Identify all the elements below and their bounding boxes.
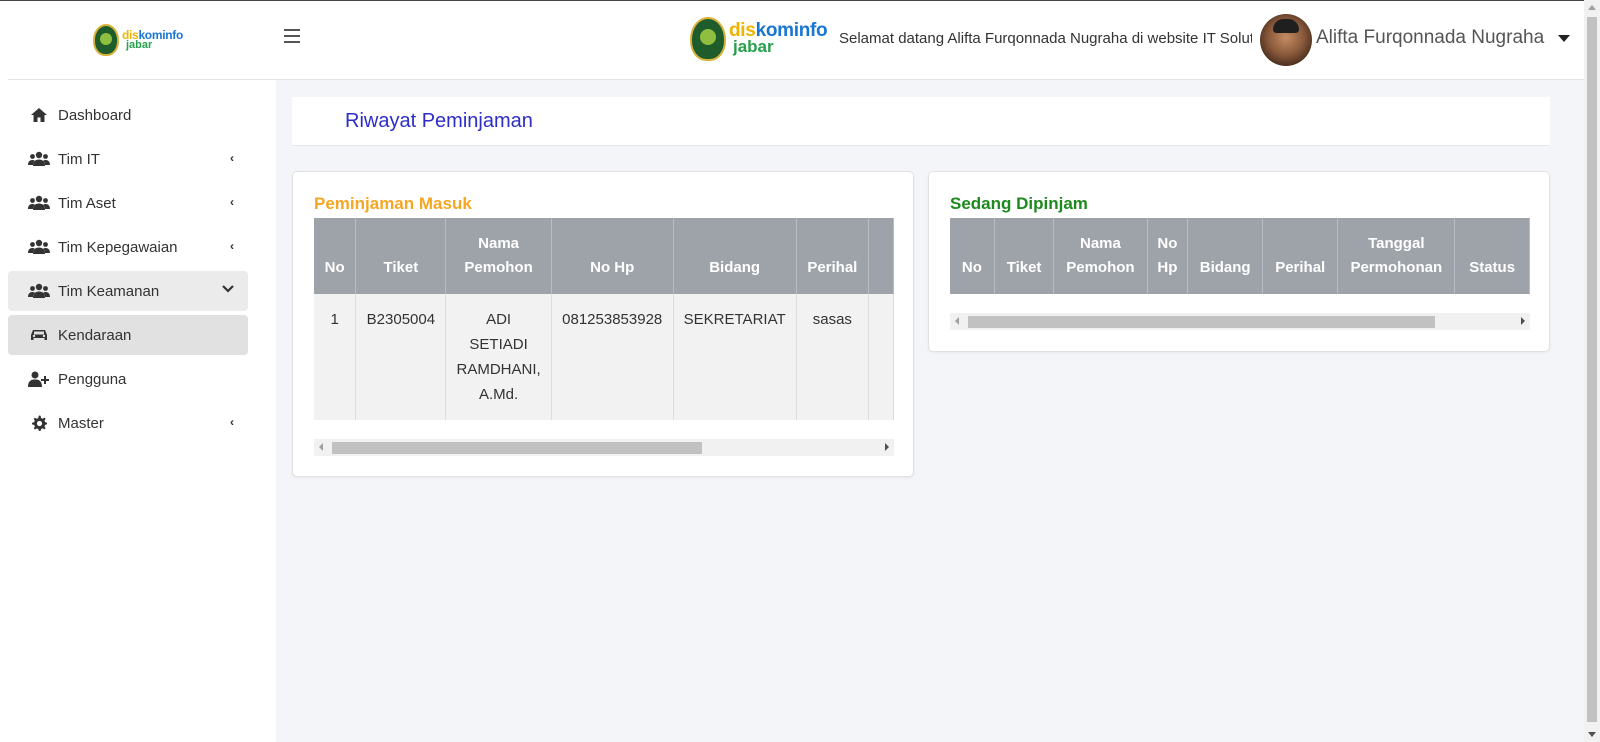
sidebar-item-label: Tim Kepegawaian xyxy=(58,238,178,256)
scrollbar-thumb[interactable] xyxy=(332,442,702,454)
users-icon xyxy=(28,283,50,299)
scroll-left-arrow-icon[interactable] xyxy=(319,443,323,451)
top-header: diskominfo jabar Selamat datang Alifta F… xyxy=(262,1,1584,80)
diskominfo-logo[interactable]: diskominfo jabar xyxy=(92,24,183,56)
chevron-left-icon: ‹ xyxy=(230,195,234,209)
cell-tiket: B2305004 xyxy=(355,294,447,420)
user-menu-name[interactable]: Alifta Furqonnada Nugraha xyxy=(1316,27,1544,49)
west-java-emblem-icon xyxy=(92,24,119,56)
sidebar-item-label: Tim Aset xyxy=(58,194,116,212)
scrollbar-thumb[interactable] xyxy=(968,316,1435,328)
user-plus-icon xyxy=(28,371,50,387)
sidebar-item-dashboard[interactable]: Dashboard xyxy=(8,95,248,135)
column-header-status[interactable]: Status xyxy=(1454,218,1530,294)
table-header-row: No Tiket Nama Pemohon No Hp Bidang Perih… xyxy=(950,218,1530,294)
cell-no: 1 xyxy=(314,294,357,420)
column-header-no-hp[interactable]: No Hp xyxy=(1147,218,1189,294)
sidebar-nav: Dashboard Tim IT ‹ Tim Aset ‹ Tim Kepega… xyxy=(0,80,276,443)
cell-perihal: sasas xyxy=(796,294,870,420)
cell-bidang: SEKRETARIAT xyxy=(673,294,797,420)
logo-jabar: jabar xyxy=(733,37,774,56)
sidebar: diskominfo jabar Dashboard Tim IT ‹ Tim … xyxy=(0,1,276,742)
scroll-down-arrow-icon[interactable] xyxy=(1588,732,1596,737)
menu-toggle-icon[interactable] xyxy=(284,29,300,43)
scrollbar-thumb[interactable] xyxy=(1587,17,1597,722)
borrowed-loans-table: No Tiket Nama Pemohon No Hp Bidang Perih… xyxy=(950,218,1530,294)
currently-borrowed-card: Sedang Dipinjam No Tiket Nama Pemohon No… xyxy=(928,171,1550,352)
borrowed-card-title: Sedang Dipinjam xyxy=(950,194,1088,213)
incoming-card-title: Peminjaman Masuk xyxy=(314,194,472,213)
logo-jabar: jabar xyxy=(125,39,153,51)
scroll-left-arrow-icon[interactable] xyxy=(955,317,959,325)
chevron-left-icon: ‹ xyxy=(230,415,234,429)
users-icon xyxy=(28,239,50,255)
column-header-tiket[interactable]: Tiket xyxy=(355,218,447,294)
welcome-marquee: Selamat datang Alifta Furqonnada Nugraha… xyxy=(839,30,1252,47)
sidebar-item-label: Tim IT xyxy=(58,150,100,168)
cell-nama-pemohon: ADI SETIADI RAMDHANI, A.Md. xyxy=(445,294,552,420)
column-header-nama-pemohon[interactable]: Nama Pemohon xyxy=(445,218,552,294)
column-header-tiket[interactable]: Tiket xyxy=(994,218,1055,294)
column-header-bidang[interactable]: Bidang xyxy=(673,218,797,294)
sidebar-item-label: Tim Keamanan xyxy=(58,282,160,300)
table-header-row: No Tiket Nama Pemohon No Hp Bidang Perih… xyxy=(314,218,894,294)
page-title-card: Riwayat Peminjaman xyxy=(292,97,1550,146)
column-header-no-hp[interactable]: No Hp xyxy=(551,218,674,294)
borrowed-table-wrapper: No Tiket Nama Pemohon No Hp Bidang Perih… xyxy=(950,218,1530,294)
chevron-down-icon xyxy=(222,283,234,297)
scroll-right-arrow-icon[interactable] xyxy=(885,443,889,451)
chevron-left-icon: ‹ xyxy=(230,151,234,165)
chevron-left-icon: ‹ xyxy=(230,239,234,253)
column-header-perihal[interactable]: Perihal xyxy=(1262,218,1339,294)
column-header-no[interactable]: No xyxy=(950,218,995,294)
table-row[interactable]: 1 B2305004 ADI SETIADI RAMDHANI, A.Md. 0… xyxy=(314,294,894,420)
page-title: Riwayat Peminjaman xyxy=(345,110,533,132)
sidebar-item-kendaraan[interactable]: Kendaraan xyxy=(8,315,248,355)
sidebar-item-pengguna[interactable]: Pengguna xyxy=(8,359,248,399)
caret-down-icon[interactable] xyxy=(1558,35,1570,42)
car-icon xyxy=(28,327,50,343)
scroll-up-arrow-icon[interactable] xyxy=(1588,5,1596,10)
cell-no-hp: 081253853928 xyxy=(551,294,674,420)
sidebar-item-tim-keamanan[interactable]: Tim Keamanan xyxy=(8,271,248,311)
column-header-overflow xyxy=(868,218,894,294)
column-header-no[interactable]: No xyxy=(314,218,357,294)
sidebar-item-tim-kepegawaian[interactable]: Tim Kepegawaian ‹ xyxy=(8,227,248,267)
sidebar-item-label: Dashboard xyxy=(58,106,132,124)
sidebar-item-label: Pengguna xyxy=(58,370,127,388)
users-icon xyxy=(28,151,50,167)
logo-text: diskominfo jabar xyxy=(729,21,828,56)
column-header-perihal[interactable]: Perihal xyxy=(796,218,870,294)
west-java-emblem-icon xyxy=(690,17,726,61)
sidebar-item-tim-aset[interactable]: Tim Aset ‹ xyxy=(8,183,248,223)
sidebar-item-label: Kendaraan xyxy=(58,326,132,344)
borrowed-table-horizontal-scrollbar[interactable] xyxy=(950,313,1530,330)
sidebar-logo-area: diskominfo jabar xyxy=(8,1,268,80)
column-header-tanggal-permohonan[interactable]: Tanggal Permohonan xyxy=(1337,218,1456,294)
sidebar-item-master[interactable]: Master ‹ xyxy=(8,403,248,443)
column-header-nama-pemohon[interactable]: Nama Pemohon xyxy=(1053,218,1148,294)
incoming-table-wrapper: No Tiket Nama Pemohon No Hp Bidang Perih… xyxy=(314,218,894,420)
users-icon xyxy=(28,195,50,211)
logo-text: diskominfo jabar xyxy=(122,29,183,51)
incoming-loans-table: No Tiket Nama Pemohon No Hp Bidang Perih… xyxy=(314,218,894,420)
incoming-table-horizontal-scrollbar[interactable] xyxy=(314,439,894,456)
column-header-bidang[interactable]: Bidang xyxy=(1187,218,1264,294)
header-logo: diskominfo jabar xyxy=(690,17,828,61)
sidebar-item-label: Master xyxy=(58,414,104,432)
scroll-right-arrow-icon[interactable] xyxy=(1521,317,1525,325)
cell-overflow xyxy=(868,294,894,420)
page-vertical-scrollbar[interactable] xyxy=(1584,0,1600,742)
incoming-loans-card: Peminjaman Masuk No Tiket Nama Pemohon N… xyxy=(292,171,914,477)
gear-icon xyxy=(28,415,50,431)
home-icon xyxy=(28,107,50,123)
sidebar-item-tim-it[interactable]: Tim IT ‹ xyxy=(8,139,248,179)
avatar[interactable] xyxy=(1260,14,1312,66)
